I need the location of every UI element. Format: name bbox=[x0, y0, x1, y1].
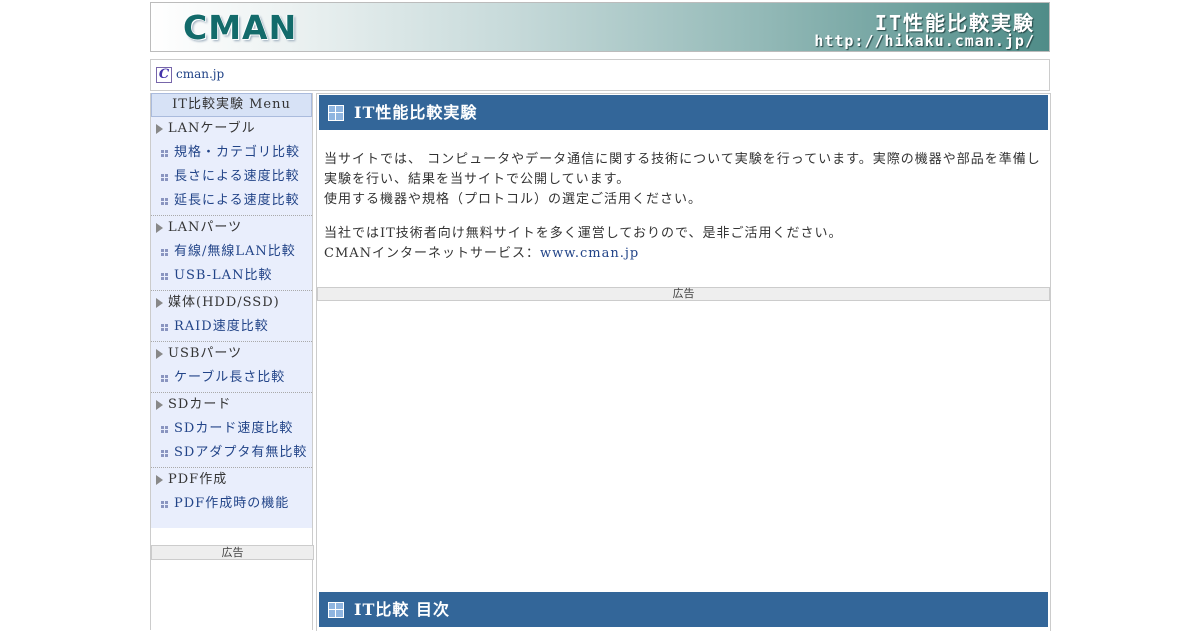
menu-item-length-speed[interactable]: 長さによる速度比較 bbox=[151, 165, 312, 189]
menu-item-label: 延長による速度比較 bbox=[174, 193, 300, 208]
menu-item-label: 有線/無線LAN比較 bbox=[174, 244, 296, 259]
grid-bullet-icon bbox=[161, 248, 168, 256]
menu-body: LANケーブル 規格・カテゴリ比較 長さによる速度比較 延長による速度比較 LA… bbox=[151, 117, 312, 528]
menu-item-cable-length[interactable]: ケーブル長さ比較 bbox=[151, 366, 312, 390]
menu-item-raid-speed[interactable]: RAID速度比較 bbox=[151, 315, 312, 339]
triangle-right-icon bbox=[156, 223, 163, 233]
menu-group-pdf: PDF作成 PDF作成時の機能 bbox=[151, 468, 312, 518]
grid-bullet-icon bbox=[161, 323, 168, 331]
menu-category-label: USBパーツ bbox=[168, 346, 243, 361]
menu-group-lan-parts: LANパーツ 有線/無線LAN比較 USB-LAN比較 bbox=[151, 216, 312, 291]
grid-bullet-icon bbox=[161, 374, 168, 382]
menu-item-pdf-features[interactable]: PDF作成時の機能 bbox=[151, 492, 312, 516]
grid-bullet-icon bbox=[161, 425, 168, 433]
menu-group-sd-card: SDカード SDカード速度比較 SDアダプタ有無比較 bbox=[151, 393, 312, 468]
menu-category-label: 媒体(HDD/SSD) bbox=[168, 295, 280, 310]
menu-item-extension-speed[interactable]: 延長による速度比較 bbox=[151, 189, 312, 213]
grid-bullet-icon bbox=[161, 173, 168, 181]
triangle-right-icon bbox=[156, 124, 163, 134]
service-prefix: CMANインターネットサービス： bbox=[324, 246, 541, 261]
grid-bullet-icon bbox=[161, 449, 168, 457]
menu-category-label: LANパーツ bbox=[168, 220, 243, 235]
site-url: http://hikaku.cman.jp/ bbox=[814, 32, 1035, 50]
menu-item-sd-speed[interactable]: SDカード速度比較 bbox=[151, 417, 312, 441]
breadcrumb: C cman.jp bbox=[150, 59, 1050, 91]
menu-category: USBパーツ bbox=[151, 342, 312, 366]
service-line-1: 当社ではIT技術者向け無料サイトを多く運営しておりので、是非ご活用ください。 bbox=[324, 226, 843, 241]
section-title: IT比較 目次 bbox=[354, 600, 450, 619]
menu-item-label: 規格・カテゴリ比較 bbox=[174, 145, 301, 160]
menu-item-label: SDカード速度比較 bbox=[174, 421, 294, 436]
menu-category: LANケーブル bbox=[151, 117, 312, 141]
menu-group-usb-parts: USBパーツ ケーブル長さ比較 bbox=[151, 342, 312, 393]
main-content: IT性能比較実験 当サイトでは、 コンピュータやデータ通信に関する技術について実… bbox=[316, 93, 1051, 631]
breadcrumb-link-cman[interactable]: cman.jp bbox=[176, 67, 224, 81]
sidebar-menu: IT比較実験 Menu LANケーブル 規格・カテゴリ比較 長さによる速度比較 … bbox=[150, 93, 314, 630]
menu-category-label: SDカード bbox=[168, 397, 232, 412]
menu-item-label: ケーブル長さ比較 bbox=[174, 370, 286, 385]
menu-item-wired-wireless[interactable]: 有線/無線LAN比較 bbox=[151, 240, 312, 264]
grid-bullet-icon bbox=[161, 197, 168, 205]
triangle-right-icon bbox=[156, 475, 163, 485]
section-title: IT性能比較実験 bbox=[354, 103, 478, 122]
menu-category-label: LANケーブル bbox=[168, 121, 256, 136]
menu-item-label: 長さによる速度比較 bbox=[174, 169, 300, 184]
header-banner[interactable]: CMAN IT性能比較実験 http://hikaku.cman.jp/ bbox=[150, 2, 1050, 52]
menu-item-sd-adapter[interactable]: SDアダプタ有無比較 bbox=[151, 441, 312, 465]
intro-paragraph: 当サイトでは、 コンピュータやデータ通信に関する技術について実験を行っています。… bbox=[324, 150, 1046, 210]
intro-line-1: 当サイトでは、 コンピュータやデータ通信に関する技術について実験を行っています。… bbox=[324, 152, 1041, 167]
menu-item-spec-category[interactable]: 規格・カテゴリ比較 bbox=[151, 141, 312, 165]
grid-icon bbox=[328, 105, 344, 121]
intro-text: 当サイトでは、 コンピュータやデータ通信に関する技術について実験を行っています。… bbox=[324, 150, 1046, 278]
menu-category: LANパーツ bbox=[151, 216, 312, 240]
main-ad-label: 広告 bbox=[317, 287, 1050, 301]
section-header-index: IT比較 目次 bbox=[319, 592, 1048, 627]
menu-item-label: PDF作成時の機能 bbox=[174, 496, 290, 511]
grid-bullet-icon bbox=[161, 500, 168, 508]
menu-category: SDカード bbox=[151, 393, 312, 417]
triangle-right-icon bbox=[156, 298, 163, 308]
menu-group-media: 媒体(HDD/SSD) RAID速度比較 bbox=[151, 291, 312, 342]
triangle-right-icon bbox=[156, 349, 163, 359]
service-paragraph: 当社ではIT技術者向け無料サイトを多く運営しておりので、是非ご活用ください。 C… bbox=[324, 224, 1046, 264]
section-header-main: IT性能比較実験 bbox=[319, 95, 1048, 130]
intro-line-3: 使用する機器や規格（プロトコル）の選定ご活用ください。 bbox=[324, 192, 703, 207]
triangle-right-icon bbox=[156, 400, 163, 410]
intro-line-2: 実験を行い、結果を当サイトで公開しています。 bbox=[324, 172, 631, 187]
menu-item-usb-lan[interactable]: USB-LAN比較 bbox=[151, 264, 312, 288]
menu-category: PDF作成 bbox=[151, 468, 312, 492]
menu-category: 媒体(HDD/SSD) bbox=[151, 291, 312, 315]
menu-category-label: PDF作成 bbox=[168, 472, 228, 487]
menu-group-lan-cable: LANケーブル 規格・カテゴリ比較 長さによる速度比較 延長による速度比較 bbox=[151, 117, 312, 216]
menu-item-label: RAID速度比較 bbox=[174, 319, 269, 334]
grid-icon bbox=[328, 602, 344, 618]
sidebar-ad-label: 広告 bbox=[151, 545, 314, 560]
menu-title: IT比較実験 Menu bbox=[151, 93, 312, 117]
cman-logo[interactable]: CMAN bbox=[183, 8, 297, 47]
page-wrapper: CMAN IT性能比較実験 http://hikaku.cman.jp/ C c… bbox=[150, 0, 1051, 631]
menu-item-label: SDアダプタ有無比較 bbox=[174, 445, 308, 460]
grid-bullet-icon bbox=[161, 149, 168, 157]
cman-c-icon: C bbox=[156, 67, 172, 83]
cman-service-link[interactable]: www.cman.jp bbox=[540, 246, 639, 261]
ad-area bbox=[317, 301, 1050, 591]
grid-bullet-icon bbox=[161, 272, 168, 280]
menu-item-label: USB-LAN比較 bbox=[174, 268, 273, 283]
